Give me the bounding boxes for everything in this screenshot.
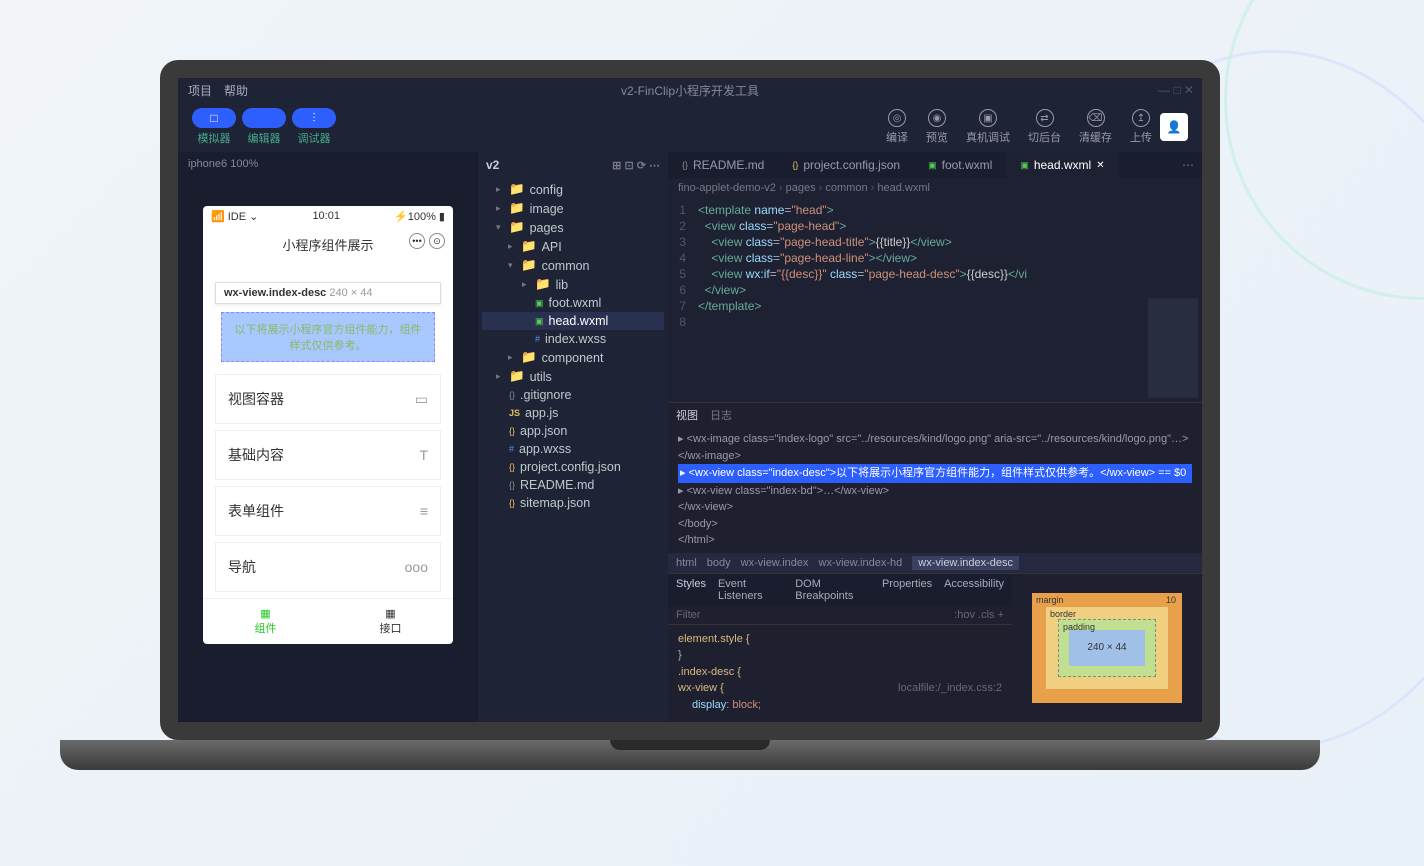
action-上传[interactable]: ↥上传 (1130, 109, 1152, 145)
tree-README.md[interactable]: {}README.md (482, 476, 664, 494)
styles-panel: StylesEvent ListenersDOM BreakpointsProp… (668, 574, 1012, 723)
laptop-frame: 项目 帮助 v2-FinClip小程序开发工具 — □ ✕ □模拟器编辑器⫶调试… (160, 60, 1220, 780)
tab-project.config.json[interactable]: {}project.config.json (778, 152, 914, 178)
dom-tree[interactable]: ▸ <wx-image class="index-logo" src="../r… (668, 427, 1202, 553)
user-avatar[interactable]: 👤 (1160, 113, 1188, 141)
highlighted-element[interactable]: 以下将展示小程序官方组件能力，组件样式仅供参考。 (221, 312, 435, 362)
explorer-actions[interactable]: ⊞ ⊡ ⟳ ⋯ (612, 159, 660, 172)
simulator-header: iphone6 100% (178, 152, 478, 176)
tree-API[interactable]: ▸📁API (482, 237, 664, 256)
inspect-tooltip: wx-view.index-desc 240 × 44 (215, 282, 441, 304)
phone-simulator[interactable]: 📶 IDE ⌄ 10:01 ⚡100% ▮ 小程序组件展示 •••⊙ wx-vi… (203, 206, 453, 644)
element-breadcrumb[interactable]: htmlbodywx-view.indexwx-view.index-hdwx-… (668, 553, 1202, 573)
tree-project.config.json[interactable]: {}project.config.json (482, 458, 664, 476)
minimap[interactable] (1148, 298, 1198, 398)
toolbar-调试器[interactable]: ⫶调试器 (292, 108, 336, 146)
tree-index.wxss[interactable]: #index.wxss (482, 330, 664, 348)
target-icon[interactable]: ⊙ (429, 233, 445, 249)
styles-tabs[interactable]: StylesEvent ListenersDOM BreakpointsProp… (668, 574, 1012, 606)
phone-tab-组件[interactable]: ▦组件 (203, 599, 328, 644)
sim-item-导航[interactable]: 导航ooo (215, 542, 441, 592)
sim-item-基础内容[interactable]: 基础内容T (215, 430, 441, 480)
editor-panel: {}README.md{}project.config.json▣foot.wx… (668, 152, 1202, 722)
tab-foot.wxml[interactable]: ▣foot.wxml (914, 152, 1006, 178)
phone-title: 小程序组件展示 •••⊙ (203, 227, 453, 262)
menubar: 项目 帮助 v2-FinClip小程序开发工具 — □ ✕ (178, 78, 1202, 102)
phone-statusbar: 📶 IDE ⌄ 10:01 ⚡100% ▮ (203, 206, 453, 227)
explorer-header: v2 ⊞ ⊡ ⟳ ⋯ (478, 152, 668, 178)
ide-app: 项目 帮助 v2-FinClip小程序开发工具 — □ ✕ □模拟器编辑器⫶调试… (178, 78, 1202, 722)
devtools: 视图 日志 ▸ <wx-image class="index-logo" src… (668, 402, 1202, 722)
css-rules[interactable]: element.style {}.index-desc {</span></di… (668, 625, 1012, 720)
action-真机调试[interactable]: ▣真机调试 (966, 109, 1010, 145)
menu-help[interactable]: 帮助 (224, 82, 248, 99)
phone-tab-接口[interactable]: ▦接口 (328, 599, 453, 644)
file-explorer: v2 ⊞ ⊡ ⟳ ⋯ ▸📁config▸📁image▾📁pages▸📁API▾📁… (478, 152, 668, 722)
tree-foot.wxml[interactable]: ▣foot.wxml (482, 294, 664, 312)
code-editor[interactable]: 1<template name="head">2 <view class="pa… (668, 198, 1202, 402)
tree-app.wxss[interactable]: #app.wxss (482, 440, 664, 458)
devtools-tabs[interactable]: 视图 日志 (668, 403, 1202, 427)
tabs-more[interactable]: ⋯ (1174, 158, 1202, 172)
tree-pages[interactable]: ▾📁pages (482, 218, 664, 237)
sim-item-表单组件[interactable]: 表单组件≡ (215, 486, 441, 536)
tree-app.json[interactable]: {}app.json (482, 422, 664, 440)
tree-common[interactable]: ▾📁common (482, 256, 664, 275)
tree-config[interactable]: ▸📁config (482, 180, 664, 199)
action-清缓存[interactable]: ⌫清缓存 (1079, 109, 1112, 145)
toolbar-编辑器[interactable]: 编辑器 (242, 108, 286, 146)
simulator-panel: iphone6 100% 📶 IDE ⌄ 10:01 ⚡100% ▮ 小程序组件… (178, 152, 478, 722)
tree-utils[interactable]: ▸📁utils (482, 367, 664, 386)
tree-image[interactable]: ▸📁image (482, 199, 664, 218)
action-预览[interactable]: ◉预览 (926, 109, 948, 145)
tab-head.wxml[interactable]: ▣head.wxml✕ (1006, 152, 1118, 178)
action-编译[interactable]: ◎编译 (886, 109, 908, 145)
menu-project[interactable]: 项目 (188, 82, 212, 99)
more-icon[interactable]: ••• (409, 233, 425, 249)
sim-item-视图容器[interactable]: 视图容器▭ (215, 374, 441, 424)
tree-lib[interactable]: ▸📁lib (482, 275, 664, 294)
close-icon: ✕ (1096, 160, 1104, 171)
tree-head.wxml[interactable]: ▣head.wxml (482, 312, 664, 330)
styles-filter[interactable]: Filter :hov .cls + (668, 606, 1012, 625)
breadcrumb[interactable]: fino-applet-demo-v2pagescommonhead.wxml (668, 178, 1202, 198)
tab-README.md[interactable]: {}README.md (668, 152, 778, 178)
tree-app.js[interactable]: JSapp.js (482, 404, 664, 422)
box-model: margin 10 border padding 240 × 44 (1012, 574, 1202, 723)
window-title: v2-FinClip小程序开发工具 (621, 82, 759, 99)
toolbar-模拟器[interactable]: □模拟器 (192, 108, 236, 146)
window-controls[interactable]: — □ ✕ (1158, 83, 1194, 97)
toolbar: □模拟器编辑器⫶调试器 ◎编译 ◉预览 ▣真机调试 ⇄切后台 ⌫清缓存 ↥上传 👤 (178, 102, 1202, 152)
tree-.gitignore[interactable]: {}.gitignore (482, 386, 664, 404)
tree-component[interactable]: ▸📁component (482, 348, 664, 367)
tree-sitemap.json[interactable]: {}sitemap.json (482, 494, 664, 512)
action-切后台[interactable]: ⇄切后台 (1028, 109, 1061, 145)
